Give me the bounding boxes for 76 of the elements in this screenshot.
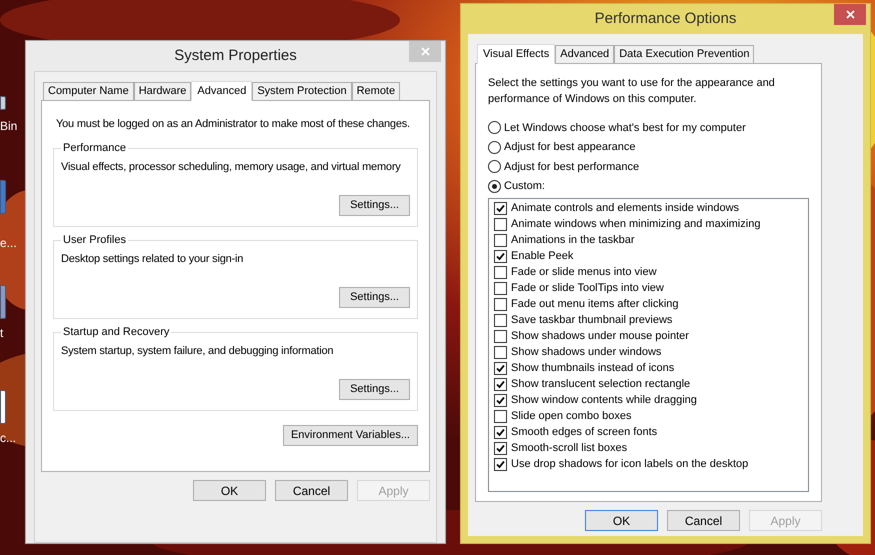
radio-button[interactable] bbox=[488, 160, 501, 174]
desktop-icon-label[interactable]: Bin bbox=[0, 120, 18, 133]
checkbox-label[interactable]: Use drop shadows for icon labels on the desktop bbox=[511, 456, 748, 472]
settings-button[interactable]: Settings... bbox=[339, 286, 410, 308]
checkbox[interactable] bbox=[494, 298, 507, 310]
close-icon bbox=[846, 10, 854, 19]
tab[interactable]: Hardware bbox=[134, 82, 192, 100]
checkbox[interactable] bbox=[494, 378, 507, 390]
checkbox-label[interactable]: Show translucent selection rectangle bbox=[511, 376, 690, 392]
checkbox-label[interactable]: Smooth-scroll list boxes bbox=[511, 440, 628, 456]
checkbox-label[interactable]: Show shadows under windows bbox=[511, 344, 662, 360]
checkbox[interactable] bbox=[494, 410, 507, 422]
radio-label[interactable]: Custom: bbox=[504, 178, 545, 194]
checkbox[interactable] bbox=[494, 314, 507, 326]
checkbox[interactable] bbox=[494, 266, 507, 278]
checkbox[interactable] bbox=[494, 202, 507, 214]
close-button[interactable] bbox=[834, 4, 866, 25]
close-icon bbox=[420, 47, 430, 56]
checkbox[interactable] bbox=[494, 362, 507, 374]
settings-button[interactable]: Settings... bbox=[339, 378, 410, 400]
desktop-icon[interactable] bbox=[0, 96, 6, 110]
group-description: System startup, system failure, and debugging information bbox=[61, 344, 334, 358]
checkbox[interactable] bbox=[494, 218, 507, 230]
checkbox-label[interactable]: Fade or slide menus into view bbox=[511, 264, 657, 280]
desktop-icon-label[interactable]: e... bbox=[0, 237, 17, 250]
radio-button[interactable] bbox=[488, 180, 501, 193]
checkbox-label[interactable]: Animate windows when minimizing and maximizing bbox=[511, 216, 760, 232]
environment-variables-button[interactable]: Environment Variables... bbox=[282, 424, 418, 446]
tab[interactable]: Advanced bbox=[555, 45, 614, 63]
admin-note: You must be logged on as an Administrator to make most of these changes. bbox=[56, 117, 410, 132]
dialog-button[interactable]: Cancel bbox=[275, 480, 348, 501]
checkmark-icon bbox=[496, 252, 505, 260]
tab[interactable]: Data Execution Prevention bbox=[614, 45, 754, 63]
checkbox-label[interactable]: Save taskbar thumbnail previews bbox=[511, 312, 672, 328]
checkbox-label[interactable]: Enable Peek bbox=[511, 248, 574, 264]
checkbox-label[interactable]: Animations in the taskbar bbox=[511, 232, 635, 248]
tab[interactable]: Visual Effects bbox=[477, 44, 556, 64]
checkbox-label[interactable]: Fade out menu items after clicking bbox=[511, 296, 679, 312]
checkbox-label[interactable]: Show window contents while dragging bbox=[511, 392, 697, 408]
checkbox[interactable] bbox=[494, 394, 507, 406]
checkbox[interactable] bbox=[494, 250, 507, 262]
checkbox[interactable] bbox=[494, 330, 507, 342]
checkbox[interactable] bbox=[494, 234, 507, 246]
window-title: Performance Options bbox=[594, 8, 736, 29]
checkbox[interactable] bbox=[494, 458, 507, 470]
radio-label[interactable]: Adjust for best performance bbox=[504, 158, 640, 175]
radio-button[interactable] bbox=[488, 140, 501, 154]
desktop-icon[interactable] bbox=[0, 390, 6, 424]
checkbox-label[interactable]: Fade or slide ToolTips into view bbox=[511, 280, 664, 296]
tab[interactable]: Advanced bbox=[191, 81, 252, 101]
checkbox-label[interactable]: Show shadows under mouse pointer bbox=[511, 328, 689, 344]
desktop-icon-label[interactable]: t bbox=[0, 327, 4, 340]
radio-button[interactable] bbox=[488, 121, 501, 134]
dialog-button[interactable]: Cancel bbox=[667, 510, 740, 531]
description-text: Select the settings you want to use for the appearance and performance of Windows on this computer. bbox=[488, 76, 776, 107]
checkbox[interactable] bbox=[494, 442, 507, 454]
checkbox-label[interactable]: Slide open combo boxes bbox=[511, 408, 632, 424]
checkbox-label[interactable]: Show thumbnails instead of icons bbox=[511, 360, 674, 376]
checkbox[interactable] bbox=[494, 282, 507, 294]
checkbox[interactable] bbox=[494, 426, 507, 438]
dialog-button[interactable]: OK bbox=[193, 480, 266, 501]
tab[interactable]: Computer Name bbox=[43, 82, 134, 100]
group-description: Desktop settings related to your sign-in bbox=[61, 252, 244, 266]
checkbox-label[interactable]: Animate controls and elements inside windows bbox=[511, 200, 740, 216]
settings-button[interactable]: Settings... bbox=[339, 194, 410, 216]
tab[interactable]: Remote bbox=[352, 82, 400, 100]
group-description: Visual effects, processor scheduling, memory usage, and virtual memory bbox=[61, 160, 401, 174]
radio-label[interactable]: Adjust for best appearance bbox=[504, 139, 636, 156]
checkmark-icon bbox=[496, 204, 505, 212]
radio-label[interactable]: Let Windows choose what's best for my computer bbox=[504, 120, 746, 136]
checkbox[interactable] bbox=[494, 346, 507, 358]
tab[interactable]: System Protection bbox=[252, 82, 352, 100]
desktop-icon-label[interactable]: c... bbox=[0, 432, 16, 445]
checkbox-label[interactable]: Smooth edges of screen fonts bbox=[511, 424, 658, 440]
window-title: System Properties bbox=[174, 46, 297, 66]
dialog-button[interactable]: OK bbox=[585, 510, 658, 531]
